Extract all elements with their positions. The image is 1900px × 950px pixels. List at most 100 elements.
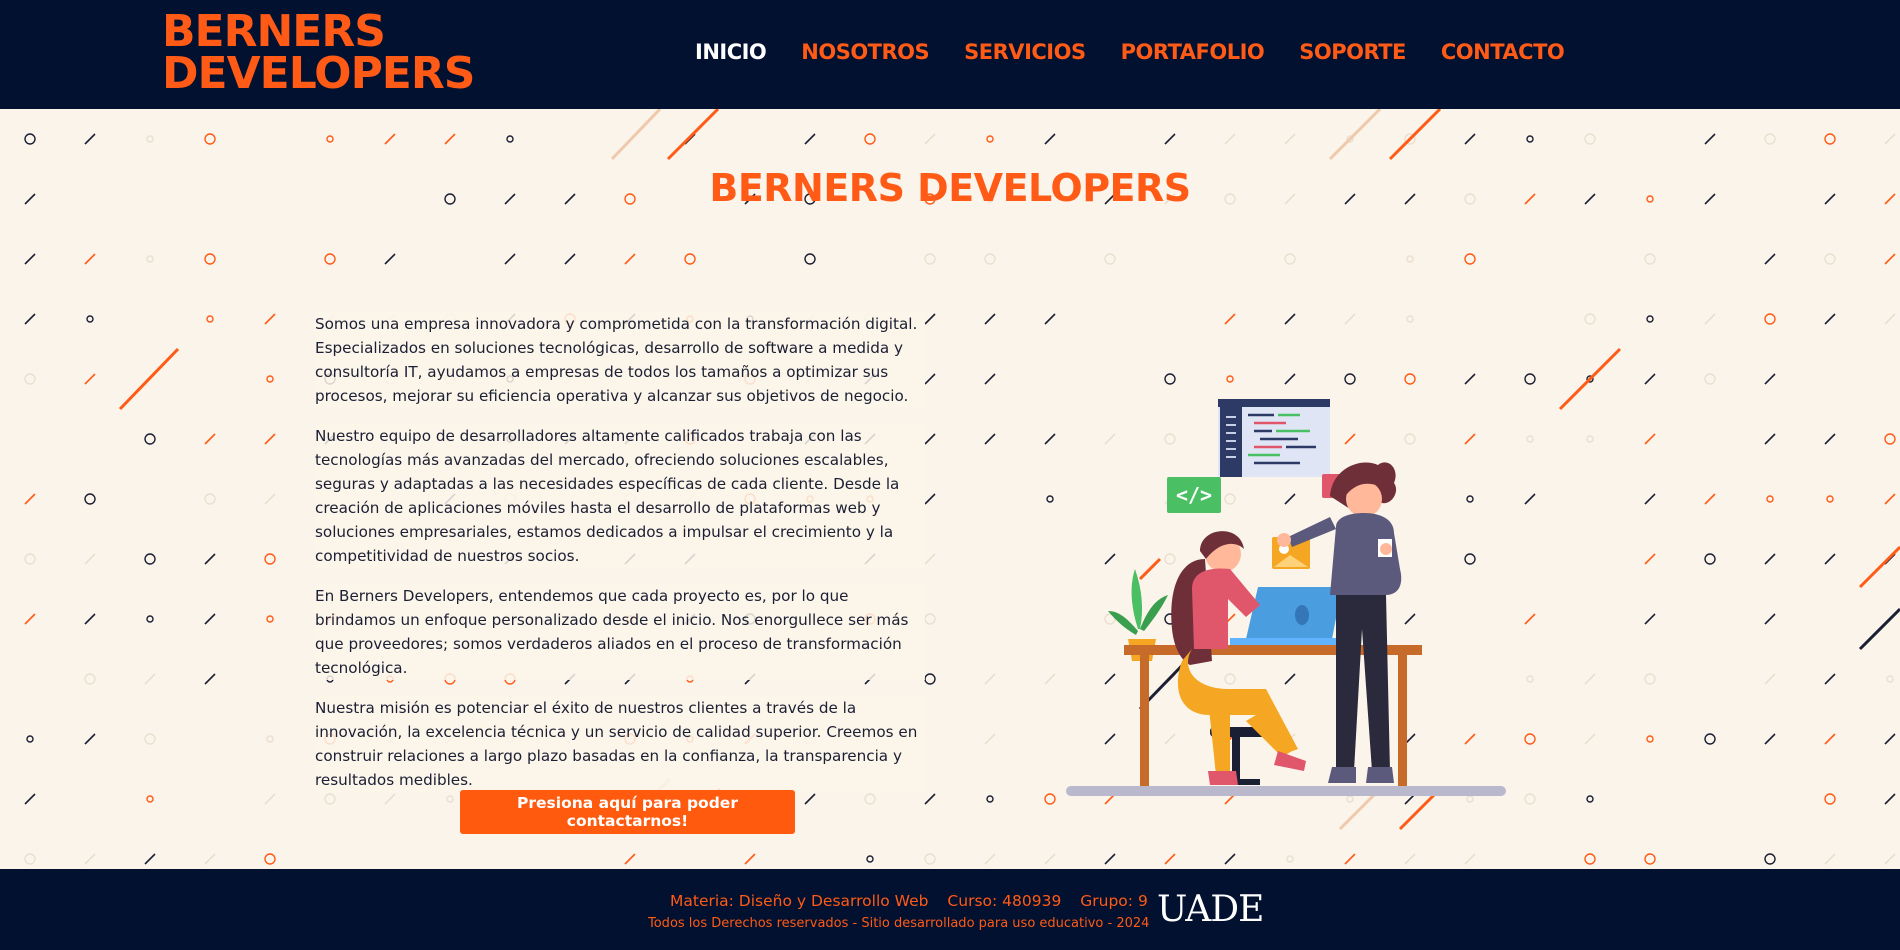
pattern-mark <box>1404 373 1416 385</box>
pattern-mark <box>1884 853 1896 865</box>
pattern-mark <box>1858 545 1900 589</box>
pattern-mark <box>1524 733 1536 745</box>
pattern-mark <box>1884 433 1896 445</box>
pattern-mark <box>804 133 816 145</box>
pattern-mark <box>924 793 936 805</box>
footer-grupo: Grupo: 9 <box>1080 892 1148 910</box>
pattern-mark <box>1824 673 1836 685</box>
pattern-mark <box>924 613 936 625</box>
pattern-mark <box>24 313 36 325</box>
pattern-mark <box>1704 553 1716 565</box>
footer-rights: Todos los Derechos reservados - Sitio de… <box>648 916 1150 931</box>
pattern-mark <box>1584 673 1596 685</box>
pattern-mark <box>384 133 396 145</box>
about-paragraph: En Berners Developers, entendemos que ca… <box>315 584 925 680</box>
pattern-mark <box>326 135 334 143</box>
about-paragraph: Nuestro equipo de desarrolladores altame… <box>315 424 925 568</box>
pattern-mark <box>1344 853 1356 865</box>
footer-materia: Materia: Diseño y Desarrollo Web <box>670 892 929 910</box>
pattern-mark <box>1764 433 1776 445</box>
nav-item-nosotros[interactable]: NOSOTROS <box>801 40 929 64</box>
pattern-mark <box>624 253 636 265</box>
pattern-mark <box>204 553 216 565</box>
code-tag-icon: </> <box>1167 477 1221 513</box>
pattern-mark <box>204 673 216 685</box>
pattern-mark <box>444 133 456 145</box>
main-content: BERNERS DEVELOPERS Somos una empresa inn… <box>0 109 1900 869</box>
pattern-mark <box>1464 373 1476 385</box>
contact-cta-button[interactable]: Presiona aquí para poder contactarnos! <box>460 790 795 834</box>
pattern-mark <box>1884 733 1896 745</box>
code-tag-label: </> <box>1176 483 1212 507</box>
pattern-mark <box>1044 313 1056 325</box>
pattern-mark <box>924 253 936 265</box>
team-illustration: </> ••• <box>1066 399 1506 796</box>
pattern-mark <box>1826 495 1834 503</box>
pattern-mark <box>1644 853 1656 865</box>
pattern-mark <box>1524 493 1536 505</box>
pattern-mark <box>1644 373 1656 385</box>
nav-item-inicio[interactable]: INICIO <box>695 40 767 64</box>
pattern-mark <box>146 795 154 803</box>
pattern-mark <box>1044 853 1056 865</box>
pattern-mark <box>84 613 96 625</box>
pattern-mark <box>118 347 180 411</box>
pattern-mark <box>984 433 996 445</box>
pattern-mark <box>1644 433 1656 445</box>
pattern-mark <box>1824 733 1836 745</box>
pattern-mark <box>266 615 274 623</box>
pattern-mark <box>984 373 996 385</box>
pattern-mark <box>1884 493 1896 505</box>
pattern-mark <box>146 255 154 263</box>
pattern-mark <box>24 553 36 565</box>
pattern-mark <box>1044 133 1056 145</box>
pattern-mark <box>1406 255 1414 263</box>
pattern-mark <box>144 433 156 445</box>
pattern-mark <box>924 373 936 385</box>
pattern-mark <box>1704 733 1716 745</box>
pattern-mark <box>86 315 94 323</box>
pattern-mark <box>264 493 276 505</box>
pattern-mark <box>1764 733 1776 745</box>
pattern-mark <box>1104 853 1116 865</box>
pattern-mark <box>1586 435 1594 443</box>
pattern-mark <box>1284 373 1296 385</box>
pattern-mark <box>1646 735 1654 743</box>
pattern-mark <box>1764 313 1776 325</box>
pattern-mark <box>864 133 876 145</box>
pattern-mark <box>1044 793 1056 805</box>
background-pattern <box>24 109 1900 865</box>
site-logo[interactable]: BERNERS DEVELOPERS <box>162 10 475 96</box>
nav-item-soporte[interactable]: SOPORTE <box>1299 40 1406 64</box>
pattern-mark <box>84 553 96 565</box>
uade-logo: UADE <box>1157 889 1264 930</box>
pattern-mark <box>924 853 936 865</box>
pattern-mark <box>84 493 96 505</box>
nav-item-servicios[interactable]: SERVICIOS <box>964 40 1086 64</box>
pattern-mark <box>84 133 96 145</box>
pattern-mark <box>1858 607 1900 651</box>
nav-item-contacto[interactable]: CONTACTO <box>1441 40 1565 64</box>
nav-item-portafolio[interactable]: PORTAFOLIO <box>1121 40 1265 64</box>
pattern-mark <box>506 135 514 143</box>
pattern-mark <box>144 733 156 745</box>
pattern-mark <box>266 375 274 383</box>
pattern-mark <box>144 853 156 865</box>
pattern-mark <box>1824 253 1836 265</box>
pattern-mark <box>204 433 216 445</box>
pattern-mark <box>206 315 214 323</box>
pattern-mark <box>1824 553 1836 565</box>
pattern-mark <box>1464 133 1476 145</box>
pattern-mark <box>1584 133 1596 145</box>
pattern-mark <box>1044 673 1056 685</box>
pattern-mark <box>1764 673 1776 685</box>
footer-curso: Curso: 480939 <box>947 892 1062 910</box>
pattern-mark <box>24 493 36 505</box>
pattern-mark <box>1286 855 1294 863</box>
pattern-mark <box>1644 613 1656 625</box>
pattern-mark <box>1344 373 1356 385</box>
pattern-mark <box>1224 313 1236 325</box>
pattern-mark <box>924 493 936 505</box>
pattern-mark <box>1226 375 1234 383</box>
pattern-mark <box>1104 253 1116 265</box>
